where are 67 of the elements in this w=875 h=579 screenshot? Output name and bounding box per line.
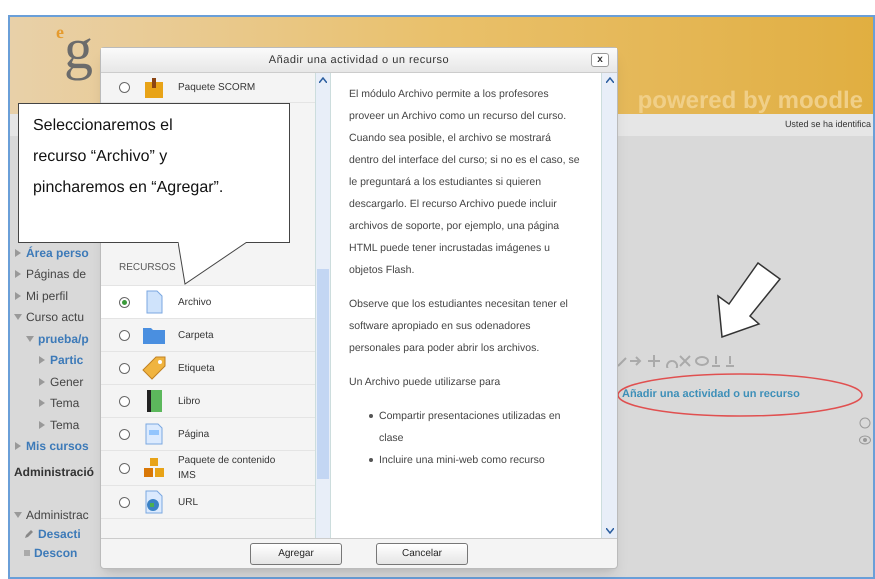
- scrollbar[interactable]: [601, 73, 617, 538]
- block-heading: Administració: [14, 464, 96, 481]
- radio-button[interactable]: [119, 296, 130, 308]
- option-label: Paquete de contenido IMS: [178, 454, 276, 483]
- collapsed-caret-icon[interactable]: [38, 399, 46, 408]
- eye-icon[interactable]: [859, 434, 871, 444]
- option-label: Carpeta: [178, 328, 215, 342]
- radio-button[interactable]: [119, 362, 130, 374]
- list-item: Incluire una mini-web como recurso: [379, 453, 545, 468]
- pencil-icon: [24, 528, 34, 538]
- scroll-down-icon[interactable]: [606, 528, 614, 534]
- collapsed-caret-icon[interactable]: [38, 378, 46, 386]
- option-label: Libro: [178, 394, 202, 408]
- sidebar-item[interactable]: Tema: [50, 416, 80, 434]
- module-option[interactable]: Carpeta: [101, 319, 315, 352]
- description-text: Observe que los estudiantes necesitan tener el software apropiado en sus odenadores personales para poder abrir los archivos.: [349, 297, 569, 356]
- add-button[interactable]: Agregar: [250, 542, 342, 564]
- module-option[interactable]: Etiqueta: [101, 352, 315, 385]
- description-text: Un Archivo puede utilizarse para: [349, 375, 502, 390]
- module-option[interactable]: Página: [101, 418, 315, 451]
- sidebar-item[interactable]: Tema: [50, 394, 80, 412]
- callout-text: Seleccionaremos el recurso “Archivo” y pincharemos en “Agregar”.: [33, 116, 224, 198]
- radio-button[interactable]: [119, 462, 130, 474]
- sidebar-item[interactable]: Administrac: [26, 506, 89, 524]
- section-heading: RECURSOS: [119, 261, 176, 275]
- radio-button[interactable]: [119, 396, 130, 406]
- scrollbar[interactable]: [315, 73, 331, 538]
- scroll-up-icon[interactable]: [606, 77, 614, 83]
- bullet-icon: [369, 414, 373, 418]
- collapsed-caret-icon[interactable]: [38, 356, 46, 364]
- module-option[interactable]: Paquete de contenido IMS: [101, 451, 315, 486]
- module-option[interactable]: Libro: [101, 385, 315, 418]
- expanded-caret-icon[interactable]: [14, 510, 22, 518]
- sidebar-item[interactable]: Mi perfil: [26, 286, 68, 305]
- description-text: El módulo Archivo permite a los profesores proveer un Archivo como un recurso del curso. Cuando sea posible, el archivo se mostrará dentro del interface del curso; si no es el caso, se le preguntará a los estudiantes si quieren descargarlo. El recurso Archivo puede incluir archivos de soporte, por ejemplo, una página HTML puede tener incrustadas imágenes u objetos Flash.: [349, 87, 581, 278]
- option-label: Etiqueta: [178, 362, 216, 376]
- expanded-caret-icon[interactable]: [14, 313, 22, 322]
- collapsed-caret-icon[interactable]: [38, 420, 46, 429]
- bullet-icon: [369, 458, 373, 462]
- radio-button[interactable]: [119, 428, 130, 440]
- option-label: Archivo: [178, 296, 212, 310]
- radio-button[interactable]: [119, 496, 130, 508]
- module-option[interactable]: URL: [101, 486, 315, 519]
- option-label: Paquete SCORM: [178, 81, 256, 95]
- sidebar-item[interactable]: Gener: [50, 372, 84, 391]
- powered-by-text: powered by moodle: [638, 88, 863, 114]
- scroll-up-icon[interactable]: [319, 77, 327, 83]
- radio-button[interactable]: [119, 82, 130, 93]
- boxes-icon: [142, 456, 166, 480]
- list-item: Compartir presentaciones utilizadas en clase: [379, 409, 562, 446]
- sidebar-item[interactable]: Páginas de: [26, 265, 86, 284]
- login-info: Usted se ha identifica: [784, 118, 871, 132]
- bullet-icon: [24, 550, 30, 556]
- option-label: Página: [178, 428, 210, 442]
- package-icon: [142, 76, 166, 100]
- dialog-title: Añadir una actividad o un recurso: [268, 52, 450, 68]
- collapsed-caret-icon[interactable]: [14, 270, 22, 278]
- collapsed-caret-icon[interactable]: [14, 442, 22, 450]
- cancel-button[interactable]: Cancelar: [376, 542, 468, 564]
- sidebar-item[interactable]: Curso actu: [26, 308, 84, 326]
- radio-button[interactable]: [119, 330, 130, 340]
- tag-icon: [142, 356, 166, 380]
- collapsed-caret-icon[interactable]: [14, 248, 22, 257]
- collapsed-caret-icon[interactable]: [14, 292, 22, 300]
- close-button[interactable]: x: [591, 53, 609, 67]
- expanded-caret-icon[interactable]: [26, 334, 34, 343]
- option-label: URL: [178, 496, 200, 510]
